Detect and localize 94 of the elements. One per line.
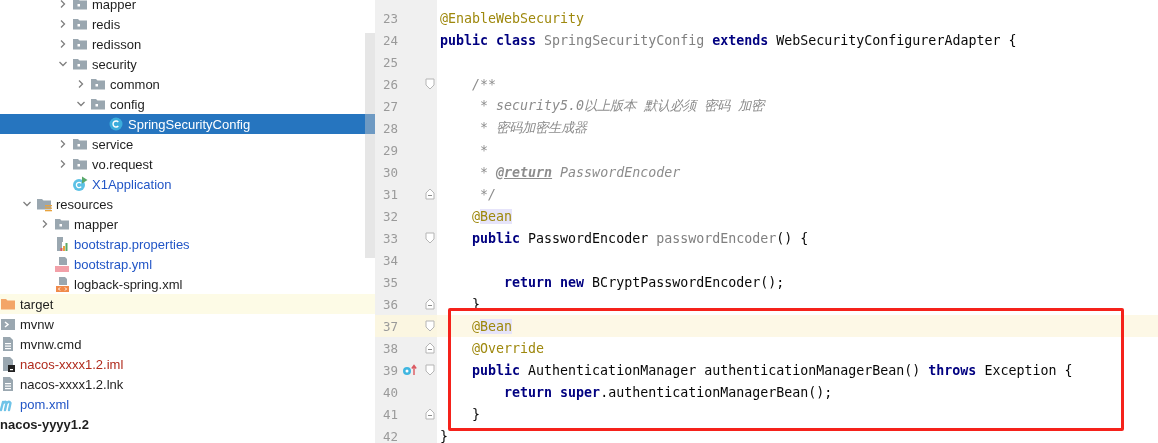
tree-item[interactable]: redis: [0, 14, 375, 34]
tree-item[interactable]: mapper: [0, 0, 375, 14]
tree-item[interactable]: pom.xml: [0, 394, 375, 414]
override-icon[interactable]: [402, 364, 418, 376]
fold-icon[interactable]: [424, 342, 435, 354]
code-line: */: [479, 186, 497, 202]
class-run-icon: [72, 176, 88, 192]
chevron-right-icon[interactable]: [58, 159, 68, 169]
tree-item[interactable]: logback-spring.xml: [0, 274, 375, 294]
tree-item[interactable]: X1Application: [0, 174, 375, 194]
tree-item[interactable]: target: [0, 294, 375, 314]
code-line: * security5.0以上版本 默认必须 密码 加密: [479, 97, 765, 115]
folder-icon: [90, 96, 106, 112]
tree-item[interactable]: bootstrap.properties: [0, 234, 375, 254]
folder-icon: [0, 296, 16, 312]
line-number: 34: [381, 252, 398, 268]
code-line: return new BCryptPasswordEncoder();: [503, 274, 785, 290]
class-icon: [108, 116, 124, 132]
tree-item[interactable]: resources: [0, 194, 375, 214]
tree-item[interactable]: security: [0, 54, 375, 74]
fold-icon[interactable]: [424, 188, 435, 200]
line-number: 26: [381, 76, 398, 92]
code-line: * 密码加密生成器: [479, 119, 588, 137]
chevron-down-icon[interactable]: [22, 199, 32, 209]
code-line: return super.authenticationManagerBean();: [503, 384, 833, 400]
folder-icon: [72, 56, 88, 72]
fold-icon[interactable]: [424, 78, 435, 90]
tree-item[interactable]: service: [0, 134, 375, 154]
line-number: 23: [381, 10, 398, 26]
code-line: public class SpringSecurityConfig extends WebSecurityConfigurerAdapter {: [440, 32, 1017, 48]
tree-item[interactable]: nacos-xxxx1.2.iml: [0, 354, 375, 374]
line-number: 40: [381, 384, 398, 400]
line-number: 33: [381, 230, 398, 246]
code-line: * @return PasswordEncoder: [479, 164, 681, 180]
folder-icon: [72, 156, 88, 172]
folder-icon: [90, 76, 106, 92]
line-number: 36: [381, 296, 398, 312]
code-line: *: [479, 142, 489, 158]
xml-file-icon: [54, 276, 70, 292]
code-line: }: [471, 406, 481, 422]
line-number: 31: [381, 186, 398, 202]
tree-item[interactable]: bootstrap.yml: [0, 254, 375, 274]
code-line: @Override: [471, 340, 545, 356]
folder-icon: [72, 136, 88, 152]
line-number: 39: [381, 362, 398, 378]
folder-icon: [72, 16, 88, 32]
line-number: 24: [381, 32, 398, 48]
code-line: public PasswordEncoder passwordEncoder() {: [471, 230, 809, 246]
tree-item[interactable]: config: [0, 94, 375, 114]
fold-icon[interactable]: [424, 298, 435, 310]
code-line: }: [440, 428, 448, 443]
resources-folder-icon: [36, 196, 52, 212]
code-line: @Bean: [471, 318, 513, 334]
chevron-down-icon[interactable]: [76, 99, 86, 109]
tree-item[interactable]: mvnw: [0, 314, 375, 334]
tree-item[interactable]: redisson: [0, 34, 375, 54]
chevron-right-icon[interactable]: [76, 79, 86, 89]
code-line: @EnableWebSecurity: [440, 10, 585, 26]
line-number: 27: [381, 98, 398, 114]
code-line: public AuthenticationManager authenticationManagerBean() throws Exception {: [471, 362, 1073, 378]
folder-icon: [54, 216, 70, 232]
line-number: 41: [381, 406, 398, 422]
line-number: 37: [381, 318, 398, 334]
line-number: 38: [381, 340, 398, 356]
scrollbar[interactable]: [365, 33, 375, 258]
tree-item[interactable]: vo.request: [0, 154, 375, 174]
fold-icon[interactable]: [424, 364, 435, 376]
chevron-right-icon[interactable]: [58, 39, 68, 49]
code-line: /**: [471, 76, 497, 92]
properties-file-icon: [54, 236, 70, 252]
tree-item[interactable]: nacos-xxxx1.2.lnk: [0, 374, 375, 394]
tree-item[interactable]: mapper: [0, 214, 375, 234]
chevron-right-icon[interactable]: [58, 139, 68, 149]
chevron-right-icon[interactable]: [58, 19, 68, 29]
line-number: 30: [381, 164, 398, 180]
line-number: 42: [381, 428, 398, 443]
tree-item[interactable]: nacos-yyyy1.2: [0, 414, 375, 434]
tree-item[interactable]: common: [0, 74, 375, 94]
line-number: 35: [381, 274, 398, 290]
fold-icon[interactable]: [424, 320, 435, 332]
chevron-down-icon[interactable]: [58, 59, 68, 69]
tree-item[interactable]: mvnw.cmd: [0, 334, 375, 354]
yaml-file-icon: [54, 256, 70, 272]
line-number: 29: [381, 142, 398, 158]
folder-icon: [72, 36, 88, 52]
chevron-right-icon[interactable]: [40, 219, 50, 229]
line-number: 32: [381, 208, 398, 224]
line-number: 28: [381, 120, 398, 136]
fold-icon[interactable]: [424, 232, 435, 244]
fold-icon[interactable]: [424, 408, 435, 420]
chevron-right-icon[interactable]: [58, 0, 68, 9]
tree-item[interactable]: SpringSecurityConfig: [0, 114, 375, 134]
line-number: 25: [381, 54, 398, 70]
code-line: @Bean: [471, 208, 513, 224]
